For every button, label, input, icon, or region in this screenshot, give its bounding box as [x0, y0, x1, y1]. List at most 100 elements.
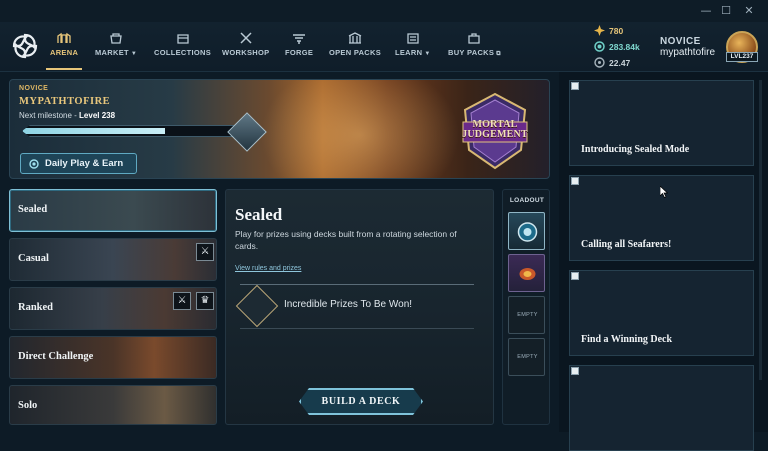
mode-casual-label: Casual	[18, 253, 49, 264]
news-scrollbar[interactable]	[759, 80, 762, 380]
coin-currency-value: 22.47	[609, 57, 631, 68]
splinterlands-logo-icon[interactable]	[12, 33, 38, 59]
skin-card-icon	[517, 222, 538, 242]
learn-icon	[407, 33, 419, 44]
nav-collections-label: COLLECTIONS	[154, 48, 212, 57]
news-title: Introducing Sealed Mode	[581, 144, 690, 155]
close-button[interactable]: ✕	[741, 3, 757, 19]
nav-learn[interactable]: LEARN ▼	[395, 32, 431, 57]
mode-title: Sealed	[235, 205, 283, 224]
news-title: Calling all Seafarers!	[581, 239, 672, 250]
broken-image-icon	[571, 272, 579, 280]
arena-icon	[57, 32, 71, 43]
build-deck-button[interactable]: BUILD A DECK	[299, 388, 423, 415]
crest-title: MORTAL JUDGEMENT	[456, 120, 534, 140]
gem-currency-value: 283.84k	[609, 41, 640, 52]
mode-direct-challenge[interactable]: Direct Challenge	[9, 336, 217, 379]
loadout-slot-2[interactable]	[508, 254, 545, 292]
daily-play-earn-button[interactable]: Daily Play & Earn	[20, 153, 137, 174]
top-navigation: ARENA MARKET ▼ COLLECTIONS WORKSHOP FORGE…	[0, 22, 768, 72]
nav-buy-packs[interactable]: BUY PACKS ⧉	[448, 32, 501, 58]
gem-currency-icon	[594, 41, 605, 52]
mode-sealed-label: Sealed	[18, 204, 48, 215]
nav-open-packs[interactable]: OPEN PACKS	[329, 32, 381, 57]
nav-arena-label: ARENA	[50, 48, 79, 57]
level-progress-bar	[22, 125, 242, 137]
banner-art	[260, 80, 460, 178]
chevron-down-icon: ▼	[130, 51, 138, 57]
news-column: Introducing Sealed Mode Calling all Seaf…	[559, 72, 768, 451]
mode-ranked[interactable]: Ranked ⚔ ♛	[9, 287, 217, 330]
daily-reward-icon	[29, 158, 39, 169]
mode-casual[interactable]: Casual ⚔	[9, 238, 217, 281]
nav-buy-packs-label: BUY PACKS	[448, 48, 495, 57]
maximize-button[interactable]: ☐	[718, 3, 734, 19]
player-rank: NOVICE	[660, 36, 701, 47]
crown-icon: ♛	[196, 292, 214, 310]
currency-coin[interactable]: 22.47	[594, 57, 630, 68]
mouse-cursor-icon	[660, 186, 668, 198]
player-banner: NOVICE MYPATHTOFIRE Next milestone - Lev…	[9, 79, 550, 179]
broken-image-icon	[571, 367, 579, 375]
prize-banner: Incredible Prizes To Be Won!	[235, 284, 474, 329]
daily-play-earn-label: Daily Play & Earn	[45, 158, 124, 169]
nav-workshop-label: WORKSHOP	[222, 48, 270, 57]
player-level-badge: LVL237	[726, 52, 758, 62]
market-icon	[110, 33, 122, 44]
player-username[interactable]: mypathtofire	[660, 47, 715, 58]
mode-solo[interactable]: Solo	[9, 385, 217, 425]
milestone-prefix: Next milestone -	[19, 111, 80, 120]
banner-player-name: MYPATHTOFIRE	[19, 96, 111, 107]
loadout-panel: LOADOUT EMPTY EMPTY	[502, 189, 550, 425]
currency-gem[interactable]: 283.84k	[594, 41, 640, 52]
mode-solo-label: Solo	[18, 400, 38, 411]
view-rules-link[interactable]: View rules and prizes	[235, 265, 301, 272]
star-currency-icon	[594, 25, 605, 36]
news-card[interactable]: Find a Winning Deck	[569, 270, 754, 356]
crest-line2: JUDGEMENT	[462, 129, 528, 140]
star-currency-value: 780	[609, 25, 624, 36]
mode-ranked-label: Ranked	[18, 302, 54, 313]
milestone-level: Level 238	[79, 111, 116, 120]
mode-sealed[interactable]: Sealed	[9, 189, 217, 232]
open-packs-icon	[348, 32, 362, 44]
loadout-slot-4[interactable]: EMPTY	[508, 338, 545, 376]
broken-image-icon	[571, 177, 579, 185]
crossed-swords-icon: ⚔	[196, 243, 214, 261]
banner-rank: NOVICE	[19, 85, 49, 92]
loadout-slot-3-empty: EMPTY	[517, 312, 538, 318]
nav-workshop[interactable]: WORKSHOP	[222, 32, 269, 57]
mode-direct-challenge-label: Direct Challenge	[18, 351, 94, 362]
window-title-bar: — ☐ ✕	[0, 0, 768, 22]
loadout-slot-1[interactable]	[508, 212, 545, 250]
nav-forge-label: FORGE	[285, 48, 314, 57]
currency-star[interactable]: 780	[594, 25, 623, 36]
loadout-slot-3[interactable]: EMPTY	[508, 296, 545, 334]
nav-market-label: MARKET	[95, 48, 129, 57]
news-card[interactable]	[569, 365, 754, 451]
buy-packs-icon	[468, 33, 481, 44]
crossed-swords-icon: ⚔	[173, 292, 191, 310]
external-link-icon: ⧉	[496, 51, 501, 57]
next-milestone: Next milestone - Level 238	[19, 111, 115, 120]
mode-details-panel: Sealed Play for prizes using decks built…	[225, 189, 494, 425]
nav-learn-label: LEARN	[395, 48, 423, 57]
news-card[interactable]: Introducing Sealed Mode	[569, 80, 754, 166]
nav-market[interactable]: MARKET ▼	[95, 32, 137, 57]
level-progress-fill	[23, 128, 165, 134]
chevron-down-icon: ▼	[424, 51, 431, 57]
mode-description: Play for prizes using decks built from a…	[235, 229, 457, 251]
nav-forge[interactable]: FORGE	[285, 32, 313, 57]
nav-collections[interactable]: COLLECTIONS	[154, 32, 211, 57]
news-title: Find a Winning Deck	[581, 334, 673, 345]
prize-card-icon	[235, 284, 279, 328]
loadout-title: LOADOUT	[509, 197, 545, 204]
collections-icon	[176, 34, 189, 44]
forge-icon	[293, 34, 306, 44]
broken-image-icon	[571, 82, 579, 90]
minimize-button[interactable]: —	[698, 3, 714, 19]
nav-arena[interactable]: ARENA	[45, 32, 83, 70]
card-art-icon	[519, 268, 536, 280]
workshop-icon	[240, 32, 252, 44]
loadout-slot-4-empty: EMPTY	[517, 354, 538, 360]
